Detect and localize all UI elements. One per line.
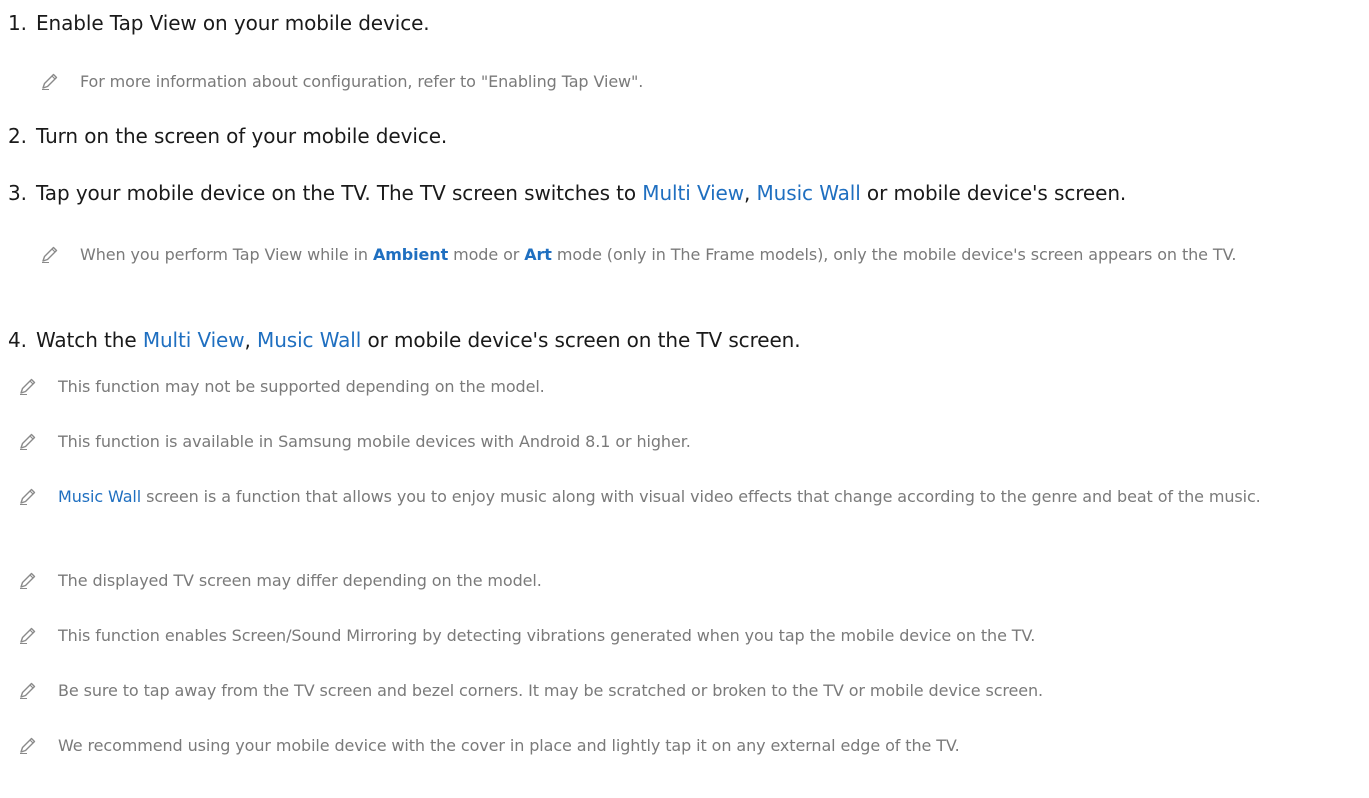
step-4: 4. Watch the Multi View, Music Wall or mo… — [8, 325, 801, 355]
note-text: mode (only in The Frame models), only th… — [551, 245, 1237, 264]
pencil-icon — [20, 488, 36, 505]
step-3: 3. Tap your mobile device on the TV. The … — [8, 178, 1126, 208]
tap-view-instructions: 1. Enable Tap View on your mobile device.… — [0, 0, 1369, 798]
pencil-icon — [42, 73, 58, 90]
pencil-icon — [20, 737, 36, 754]
multi-view-link[interactable]: Multi View — [143, 328, 245, 352]
step-text: Tap your mobile device on the TV. The TV… — [36, 181, 643, 205]
step-1-note: For more information about configuration… — [42, 68, 1340, 95]
note-3: Music Wall screen is a function that all… — [20, 483, 1348, 510]
step-text: Turn on the screen of your mobile device… — [36, 124, 448, 148]
step-3-note: When you perform Tap View while in Ambie… — [42, 241, 1360, 268]
note-text: When you perform Tap View while in — [80, 245, 373, 264]
note-1: This function may not be supported depen… — [20, 373, 1358, 400]
pencil-icon — [20, 682, 36, 699]
pencil-icon — [20, 627, 36, 644]
note-text: This function may not be supported depen… — [58, 377, 545, 396]
pencil-icon — [20, 572, 36, 589]
step-number: 3. — [8, 181, 27, 205]
note-text: This function enables Screen/Sound Mirro… — [58, 626, 1036, 645]
note-text: screen is a function that allows you to … — [141, 487, 1261, 506]
step-text-end: or mobile device's screen on the TV scre… — [361, 328, 801, 352]
step-number: 2. — [8, 124, 27, 148]
step-text: Watch the — [36, 328, 143, 352]
multi-view-link[interactable]: Multi View — [642, 181, 744, 205]
pencil-icon — [42, 246, 58, 263]
note-7: We recommend using your mobile device wi… — [20, 732, 1358, 759]
art-link[interactable]: Art — [524, 245, 552, 264]
note-5: This function enables Screen/Sound Mirro… — [20, 622, 1368, 649]
step-2: 2. Turn on the screen of your mobile devi… — [8, 121, 447, 151]
note-text: We recommend using your mobile device wi… — [58, 736, 960, 755]
pencil-icon — [20, 378, 36, 395]
pencil-icon — [20, 433, 36, 450]
note-text: The displayed TV screen may differ depen… — [58, 571, 542, 590]
step-number: 4. — [8, 328, 27, 352]
note-text: For more information about configuration… — [80, 72, 644, 91]
music-wall-link[interactable]: Music Wall — [257, 328, 361, 352]
step-1: 1. Enable Tap View on your mobile device. — [8, 8, 430, 38]
ambient-link[interactable]: Ambient — [373, 245, 448, 264]
note-text: mode or — [448, 245, 525, 264]
step-text-end: or mobile device's screen. — [860, 181, 1127, 205]
note-6: Be sure to tap away from the TV screen a… — [20, 677, 1368, 704]
music-wall-link[interactable]: Music Wall — [58, 487, 141, 506]
note-4: The displayed TV screen may differ depen… — [20, 567, 1358, 594]
music-wall-link[interactable]: Music Wall — [757, 181, 861, 205]
note-text: Be sure to tap away from the TV screen a… — [58, 681, 1044, 700]
step-text: Enable Tap View on your mobile device. — [36, 11, 430, 35]
step-number: 1. — [8, 11, 27, 35]
note-2: This function is available in Samsung mo… — [20, 428, 1358, 455]
separator: , — [744, 181, 757, 205]
separator: , — [244, 328, 258, 352]
note-text: This function is available in Samsung mo… — [58, 432, 691, 451]
